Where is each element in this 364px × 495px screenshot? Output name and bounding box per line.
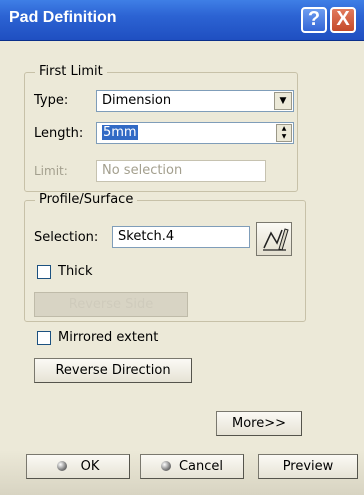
cancel-bullet-icon [160,461,171,471]
mirrored-extent-label: Mirrored extent [58,330,159,345]
ok-button[interactable]: OK [26,454,130,479]
length-value: 5mm [102,125,138,140]
limit-value: No selection [102,163,183,178]
spin-up-icon[interactable]: ▲ [277,125,291,133]
selection-label: Selection: [34,230,99,245]
help-button[interactable]: ? [301,7,327,33]
type-dropdown[interactable]: Dimension ▼ [96,90,294,112]
ok-label: OK [80,459,100,474]
chevron-down-icon[interactable]: ▼ [274,92,292,110]
sketcher-icon [263,228,289,251]
preview-button[interactable]: Preview [258,454,358,479]
sketcher-button[interactable] [256,222,292,256]
selection-field[interactable]: Sketch.4 [112,226,250,248]
limit-label: Limit: [34,164,68,178]
length-label: Length: [34,126,84,141]
selection-value: Sketch.4 [118,229,175,244]
dialog-title: Pad Definition [9,9,117,26]
mirrored-extent-checkbox[interactable] [37,331,51,345]
title-bar: Pad Definition ? X [0,0,364,41]
limit-field: No selection [96,160,266,182]
length-spinner[interactable]: ▲ ▼ [276,124,292,142]
close-button[interactable]: X [330,7,356,33]
cancel-button[interactable]: Cancel [140,454,244,479]
type-value: Dimension [102,93,172,108]
profile-surface-legend: Profile/Surface [35,192,138,207]
thick-label: Thick [58,264,93,279]
more-button[interactable]: More>> [216,411,302,436]
thick-checkbox[interactable] [37,265,51,279]
ok-bullet-icon [56,461,67,471]
spin-down-icon[interactable]: ▼ [277,133,291,141]
cancel-label: Cancel [178,459,224,474]
reverse-direction-button[interactable]: Reverse Direction [34,358,192,383]
first-limit-legend: First Limit [35,64,107,79]
type-label: Type: [34,93,69,108]
length-input[interactable]: 5mm ▲ ▼ [96,122,294,144]
reverse-side-button: Reverse Side [34,292,188,317]
